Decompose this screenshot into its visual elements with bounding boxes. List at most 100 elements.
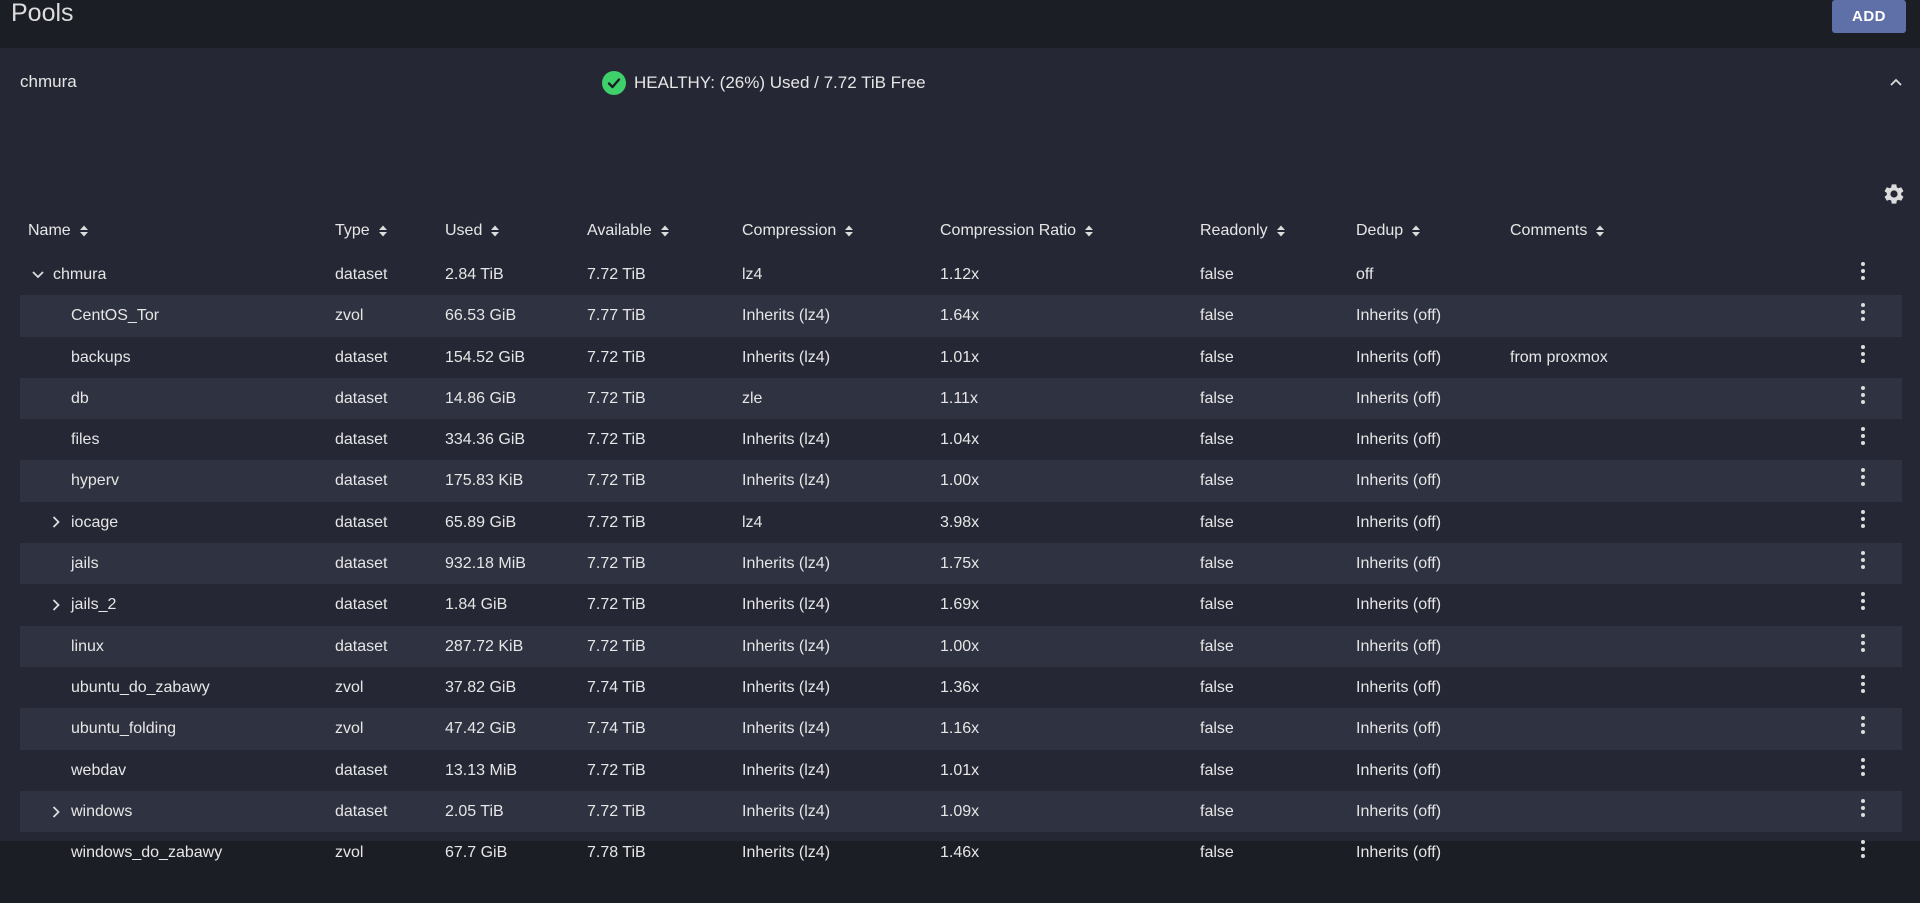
chevron-right-icon[interactable] [47,502,65,543]
cell-available: 7.72 TiB [587,596,646,614]
cell-compression-ratio: 1.01x [940,761,980,779]
cell-name: windows [71,802,133,820]
cell-type: dataset [335,596,388,614]
sort-icon [79,224,89,238]
table-row[interactable]: linux dataset 287.72 KiB 7.72 TiB Inherits (… [20,625,1902,667]
cell-available: 7.72 TiB [587,472,646,490]
chevron-right-icon[interactable] [47,791,65,832]
column-header-used[interactable]: Used [445,222,500,240]
cell-compression: Inherits (lz4) [742,802,831,820]
table-row[interactable]: files dataset 334.36 GiB 7.72 TiB Inherits (… [20,419,1902,460]
column-header-compression[interactable]: Compression [742,222,854,240]
table-row[interactable]: CentOS_Tor zvol 66.53 GiB 7.77 TiB Inherits … [20,295,1902,337]
cell-compression-ratio: 1.11x [940,389,978,407]
cell-readonly: false [1200,389,1234,407]
cell-compression-ratio: 1.00x [940,637,980,655]
more-vertical-icon[interactable] [1852,547,1874,573]
cell-compression: Inherits (lz4) [742,596,831,614]
table-row[interactable]: windows_do_zabawy zvol 67.7 GiB 7.78 TiB Inh… [20,832,1902,873]
cell-compression: lz4 [742,513,763,531]
cell-readonly: false [1200,844,1234,862]
column-header-name[interactable]: Name [28,222,89,240]
table-row[interactable]: ubuntu_folding zvol 47.42 GiB 7.74 TiB Inher… [20,708,1902,750]
sort-icon [1595,224,1605,238]
more-vertical-icon[interactable] [1852,671,1874,697]
cell-compression: Inherits (lz4) [742,637,831,655]
table-row[interactable]: iocage dataset 65.89 GiB 7.72 TiB lz4 3.98x fa… [20,502,1902,543]
table-row[interactable]: ubuntu_do_zabawy zvol 37.82 GiB 7.74 TiB Inh… [20,667,1902,708]
cell-compression-ratio: 1.09x [940,802,980,820]
cell-readonly: false [1200,348,1234,366]
table-row[interactable]: db dataset 14.86 GiB 7.72 TiB zle 1.11x false I… [20,377,1902,420]
cell-used: 37.82 GiB [445,678,517,696]
table-row[interactable]: backups dataset 154.52 GiB 7.72 TiB Inherits… [20,337,1902,378]
column-header-type[interactable]: Type [335,222,388,240]
more-vertical-icon[interactable] [1852,588,1874,614]
cell-readonly: false [1200,761,1234,779]
add-pool-button[interactable]: ADD [1832,0,1906,33]
table-row[interactable]: hyperv dataset 175.83 KiB 7.72 TiB Inherits … [20,460,1902,502]
cell-used: 175.83 KiB [445,472,524,490]
more-vertical-icon[interactable] [1852,423,1874,449]
more-vertical-icon[interactable] [1852,299,1874,325]
cell-used: 47.42 GiB [445,720,517,738]
chevron-up-icon [1890,78,1902,86]
more-vertical-icon[interactable] [1852,464,1874,490]
column-label: Readonly [1200,222,1268,239]
table-row[interactable]: webdav dataset 13.13 MiB 7.72 TiB Inherits (… [20,750,1902,791]
table-row[interactable]: jails dataset 932.18 MiB 7.72 TiB Inherits (… [20,543,1902,585]
more-vertical-icon[interactable] [1852,341,1874,367]
cell-name: hyperv [71,472,120,490]
cell-available: 7.72 TiB [587,513,646,531]
column-header-dedup[interactable]: Dedup [1356,222,1421,240]
cell-readonly: false [1200,513,1234,531]
cell-available: 7.72 TiB [587,637,646,655]
pool-health-text: HEALTHY: (26%) Used / 7.72 TiB Free [634,73,926,92]
column-header-readonly[interactable]: Readonly [1200,222,1286,240]
more-vertical-icon[interactable] [1852,754,1874,780]
collapse-pool-button[interactable] [1884,70,1908,94]
column-header-compression-ratio[interactable]: Compression Ratio [940,222,1094,240]
more-vertical-icon[interactable] [1852,630,1874,656]
cell-compression-ratio: 1.69x [940,596,980,614]
sort-icon [378,224,388,238]
more-vertical-icon[interactable] [1852,836,1874,862]
cell-dedup: off [1356,266,1374,283]
cell-dedup: Inherits (off) [1356,596,1442,614]
cell-dedup: Inherits (off) [1356,678,1442,696]
more-vertical-icon[interactable] [1852,712,1874,738]
cell-compression: Inherits (lz4) [742,678,831,696]
more-vertical-icon[interactable] [1852,258,1874,284]
column-header-comments[interactable]: Comments [1510,222,1605,240]
table-settings-button[interactable] [1880,180,1908,208]
table-row[interactable]: chmura dataset 2.84 TiB 7.72 TiB lz4 1.12x fal… [20,254,1902,295]
cell-compression: Inherits (lz4) [742,307,831,325]
cell-dedup: Inherits (off) [1356,844,1442,862]
cell-used: 334.36 GiB [445,431,526,449]
cell-type: dataset [335,348,388,366]
cell-compression-ratio: 1.01x [940,348,980,366]
cell-available: 7.74 TiB [587,720,646,738]
cell-name: jails_2 [71,596,117,614]
cell-used: 13.13 MiB [445,761,518,779]
cell-compression: Inherits (lz4) [742,348,831,366]
cell-compression: zle [742,389,763,407]
column-header-available[interactable]: Available [587,222,670,240]
cell-available: 7.78 TiB [587,844,646,862]
cell-available: 7.77 TiB [587,307,646,325]
chevron-right-icon[interactable] [47,584,65,625]
chevron-down-icon[interactable] [29,254,47,295]
more-vertical-icon[interactable] [1852,382,1874,408]
table-row[interactable]: windows dataset 2.05 TiB 7.72 TiB Inherits (… [20,790,1902,833]
more-vertical-icon[interactable] [1852,506,1874,532]
cell-readonly: false [1200,596,1234,614]
pool-header[interactable]: chmura HEALTHY: (26%) Used / 7.72 TiB Fr… [0,48,1920,118]
sort-icon [490,224,500,238]
column-label: Used [445,222,483,239]
more-vertical-icon[interactable] [1852,795,1874,821]
cell-type: dataset [335,513,388,531]
cell-dedup: Inherits (off) [1356,802,1442,820]
cell-readonly: false [1200,307,1234,325]
cell-compression: lz4 [742,266,763,283]
table-row[interactable]: jails_2 dataset 1.84 GiB 7.72 TiB Inherits (… [20,584,1902,625]
